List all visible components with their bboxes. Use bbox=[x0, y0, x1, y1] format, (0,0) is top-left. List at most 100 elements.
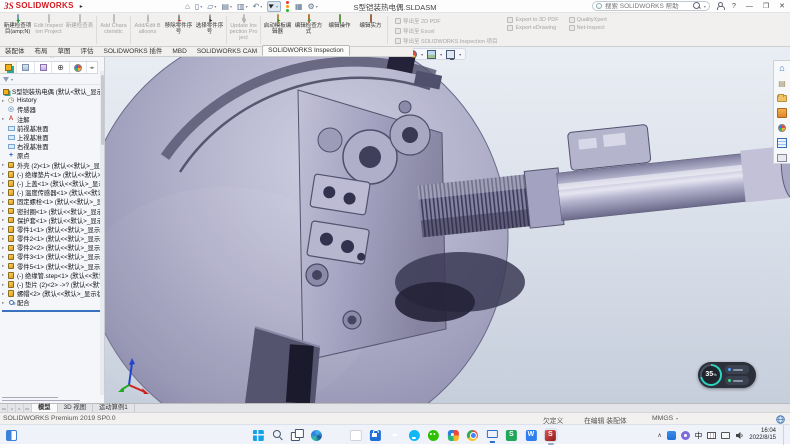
tab-MBD[interactable]: MBD bbox=[167, 47, 191, 56]
search-input[interactable] bbox=[605, 3, 690, 10]
tray-shield-icon[interactable] bbox=[681, 431, 690, 440]
widgets-icon[interactable] bbox=[6, 430, 17, 441]
open-document-icon[interactable]: ▱▾ bbox=[207, 2, 216, 11]
tab-configuration-manager[interactable] bbox=[35, 62, 52, 73]
minimize-button[interactable]: — bbox=[744, 3, 755, 10]
forum-icon[interactable] bbox=[777, 152, 788, 163]
home-icon[interactable]: ⌂ bbox=[185, 2, 190, 11]
file-explorer-pane-icon[interactable] bbox=[777, 93, 788, 104]
tree-row[interactable]: A 注解 bbox=[2, 115, 104, 124]
tab-scroll-last-icon[interactable]: ▸▸ bbox=[24, 404, 32, 412]
export-menu-item[interactable]: 导出至 SOLIDWORKS Inspection 项目 bbox=[395, 37, 497, 45]
cast-display-icon[interactable] bbox=[721, 432, 730, 439]
ribbon-button-edit-methods[interactable]: 编辑检查方式 bbox=[293, 14, 324, 46]
recorder-button-1[interactable] bbox=[725, 365, 749, 374]
export-menu-item[interactable]: QualityXpert bbox=[569, 17, 607, 23]
file-properties-icon[interactable]: ▦ bbox=[295, 2, 303, 11]
ribbon-button-edit-operations[interactable]: 编辑操作 bbox=[324, 14, 355, 46]
taskbar-store-icon[interactable] bbox=[369, 429, 381, 441]
taskbar-photos-icon[interactable] bbox=[447, 429, 459, 441]
speaker-icon[interactable] bbox=[735, 431, 744, 440]
tab-scroll-left-icon[interactable]: ◂ bbox=[8, 404, 16, 412]
close-button[interactable]: ✕ bbox=[777, 2, 787, 10]
tab-scroll-first-icon[interactable]: ◂◂ bbox=[0, 404, 8, 412]
tab-scroll-right-icon[interactable]: ▸ bbox=[16, 404, 24, 412]
tree-row[interactable]: ◷ History bbox=[2, 96, 104, 105]
filter-dropdown-icon[interactable]: ▾ bbox=[11, 77, 13, 82]
ribbon-button-select-balloons[interactable]: 选择零件序号 bbox=[194, 14, 225, 46]
taskbar-mail-icon[interactable]: ✉ bbox=[349, 429, 361, 441]
taskbar-remote-icon[interactable] bbox=[486, 429, 498, 441]
tree-scrollbar[interactable] bbox=[100, 71, 104, 395]
tree-row[interactable]: 右视基准面 bbox=[2, 142, 104, 151]
tab-SOLIDWORKS Inspection[interactable]: SOLIDWORKS Inspection bbox=[262, 45, 350, 56]
tab-strip-scroll-icon[interactable]: ◂▸ bbox=[87, 62, 97, 73]
taskbar-explorer-icon[interactable] bbox=[330, 429, 342, 441]
tree-row[interactable]: + 原点 bbox=[2, 151, 104, 160]
tree-row[interactable]: 外壳 (2)<1> (默认<<默认>_显示状态 bbox=[2, 161, 104, 170]
doc-tab-3D 视图[interactable]: 3D 视图 bbox=[58, 404, 93, 412]
export-menu-item[interactable]: Export eDrawing bbox=[507, 25, 558, 31]
undo-icon[interactable]: ↶▾ bbox=[253, 2, 263, 11]
new-document-icon[interactable]: ▯▾ bbox=[195, 2, 202, 11]
tree-row[interactable]: 零件2<1> (默认<<默认>_显示状态 bbox=[2, 234, 104, 243]
user-account-icon[interactable] bbox=[716, 2, 724, 10]
taskbar-wechat-icon[interactable] bbox=[427, 429, 439, 441]
help-button[interactable]: ? bbox=[730, 3, 738, 10]
tray-onedrive-icon[interactable] bbox=[667, 431, 676, 440]
units-dropdown-icon[interactable]: ▾ bbox=[676, 416, 678, 421]
taskbar-start-icon[interactable] bbox=[252, 429, 264, 441]
view-palette-icon[interactable] bbox=[777, 108, 788, 119]
show-desktop-button[interactable] bbox=[783, 425, 786, 445]
tree-row[interactable]: 保护套<1> (默认<<默认>_显示状态 bbox=[2, 216, 104, 225]
ribbon-button-balloons[interactable]: Add/Edit Balloons bbox=[132, 14, 163, 46]
export-menu-item[interactable]: Net-Inspect bbox=[569, 25, 607, 31]
tab-dimxpert[interactable]: ⊕ bbox=[52, 62, 69, 73]
ribbon-button-edit-instance[interactable]: 编辑实方 bbox=[355, 14, 386, 46]
ribbon-button-new-project[interactable]: 新建检查项目(amp;N) bbox=[2, 14, 33, 46]
taskbar-chrome-icon[interactable] bbox=[466, 429, 478, 441]
apply-scene-icon[interactable] bbox=[427, 50, 436, 59]
tab-feature-tree[interactable] bbox=[0, 62, 17, 73]
options-icon[interactable]: ⚙▾ bbox=[308, 2, 318, 11]
doc-tab-运动算例1[interactable]: 运动算例1 bbox=[93, 404, 135, 412]
help-search-box[interactable]: i ▾ bbox=[592, 1, 710, 11]
save-icon[interactable]: ▤▾ bbox=[221, 2, 232, 11]
hidden-icons-chevron[interactable]: ∧ bbox=[657, 432, 661, 439]
ribbon-button-remove-balloons[interactable]: 移除零件序号 bbox=[163, 14, 194, 46]
graphics-viewport[interactable]: ▾ ▾ ▾ ▾ ▾ ▾ ▾ ▾ bbox=[105, 47, 790, 403]
restore-button[interactable]: ❐ bbox=[761, 2, 771, 10]
tab-装配体[interactable]: 装配体 bbox=[0, 47, 30, 56]
taskbar-qq-icon[interactable] bbox=[408, 429, 420, 441]
ribbon-button-template-editor[interactable]: 启动模板编辑器 bbox=[262, 14, 293, 46]
tree-row[interactable]: (-) 上盖<1> (默认<<默认>_显示状态 bbox=[2, 179, 104, 188]
view-settings-icon[interactable] bbox=[446, 50, 455, 59]
export-menu-item[interactable]: 导出至 Excel bbox=[395, 27, 497, 35]
rebuild-icon[interactable] bbox=[286, 1, 290, 12]
taskbar-cloud-icon[interactable]: ☁ bbox=[388, 429, 400, 441]
tab-草图[interactable]: 草图 bbox=[53, 47, 76, 56]
tab-评估[interactable]: 评估 bbox=[76, 47, 99, 56]
ribbon-button-add-characteristic[interactable]: Add Characteristic bbox=[98, 14, 129, 46]
recorder-button-2[interactable] bbox=[725, 376, 749, 385]
tree-row[interactable]: 配合 bbox=[2, 298, 104, 307]
tree-row[interactable]: 上视基准面 bbox=[2, 133, 104, 142]
tree-row[interactable]: ◎ 传感器 bbox=[2, 105, 104, 114]
tree-row[interactable]: 螺帽<2> (默认<<默认>_显示状态 bbox=[2, 289, 104, 298]
taskbar-wps-icon[interactable]: S bbox=[505, 429, 517, 441]
taskbar-search-icon[interactable] bbox=[271, 429, 283, 441]
tree-row[interactable]: (-) 绝缘管.step<1> (默认<<默认>_ bbox=[2, 271, 104, 280]
taskbar-word-icon[interactable]: W bbox=[525, 429, 537, 441]
ribbon-button-new-sheet[interactable]: 新建检查表 bbox=[64, 14, 95, 46]
taskbar-taskview-icon[interactable] bbox=[291, 429, 303, 441]
search-dropdown-icon[interactable]: ▾ bbox=[704, 4, 706, 9]
export-menu-item[interactable]: 导出至 2D PDF bbox=[395, 17, 497, 25]
tree-row[interactable]: (-) 垫片 (2)<2> ->? (默认<<默认>_ bbox=[2, 280, 104, 289]
taskbar-solidworks-icon[interactable]: S bbox=[544, 429, 556, 441]
ime-indicator[interactable]: 中 bbox=[695, 430, 703, 441]
design-library-icon[interactable]: ▤ bbox=[777, 78, 788, 89]
clock[interactable]: 16:04 2022/8/15 bbox=[749, 428, 776, 442]
touch-keyboard-icon[interactable] bbox=[707, 432, 716, 439]
tab-SOLIDWORKS CAM[interactable]: SOLIDWORKS CAM bbox=[192, 47, 262, 56]
search-icon[interactable] bbox=[693, 2, 701, 10]
